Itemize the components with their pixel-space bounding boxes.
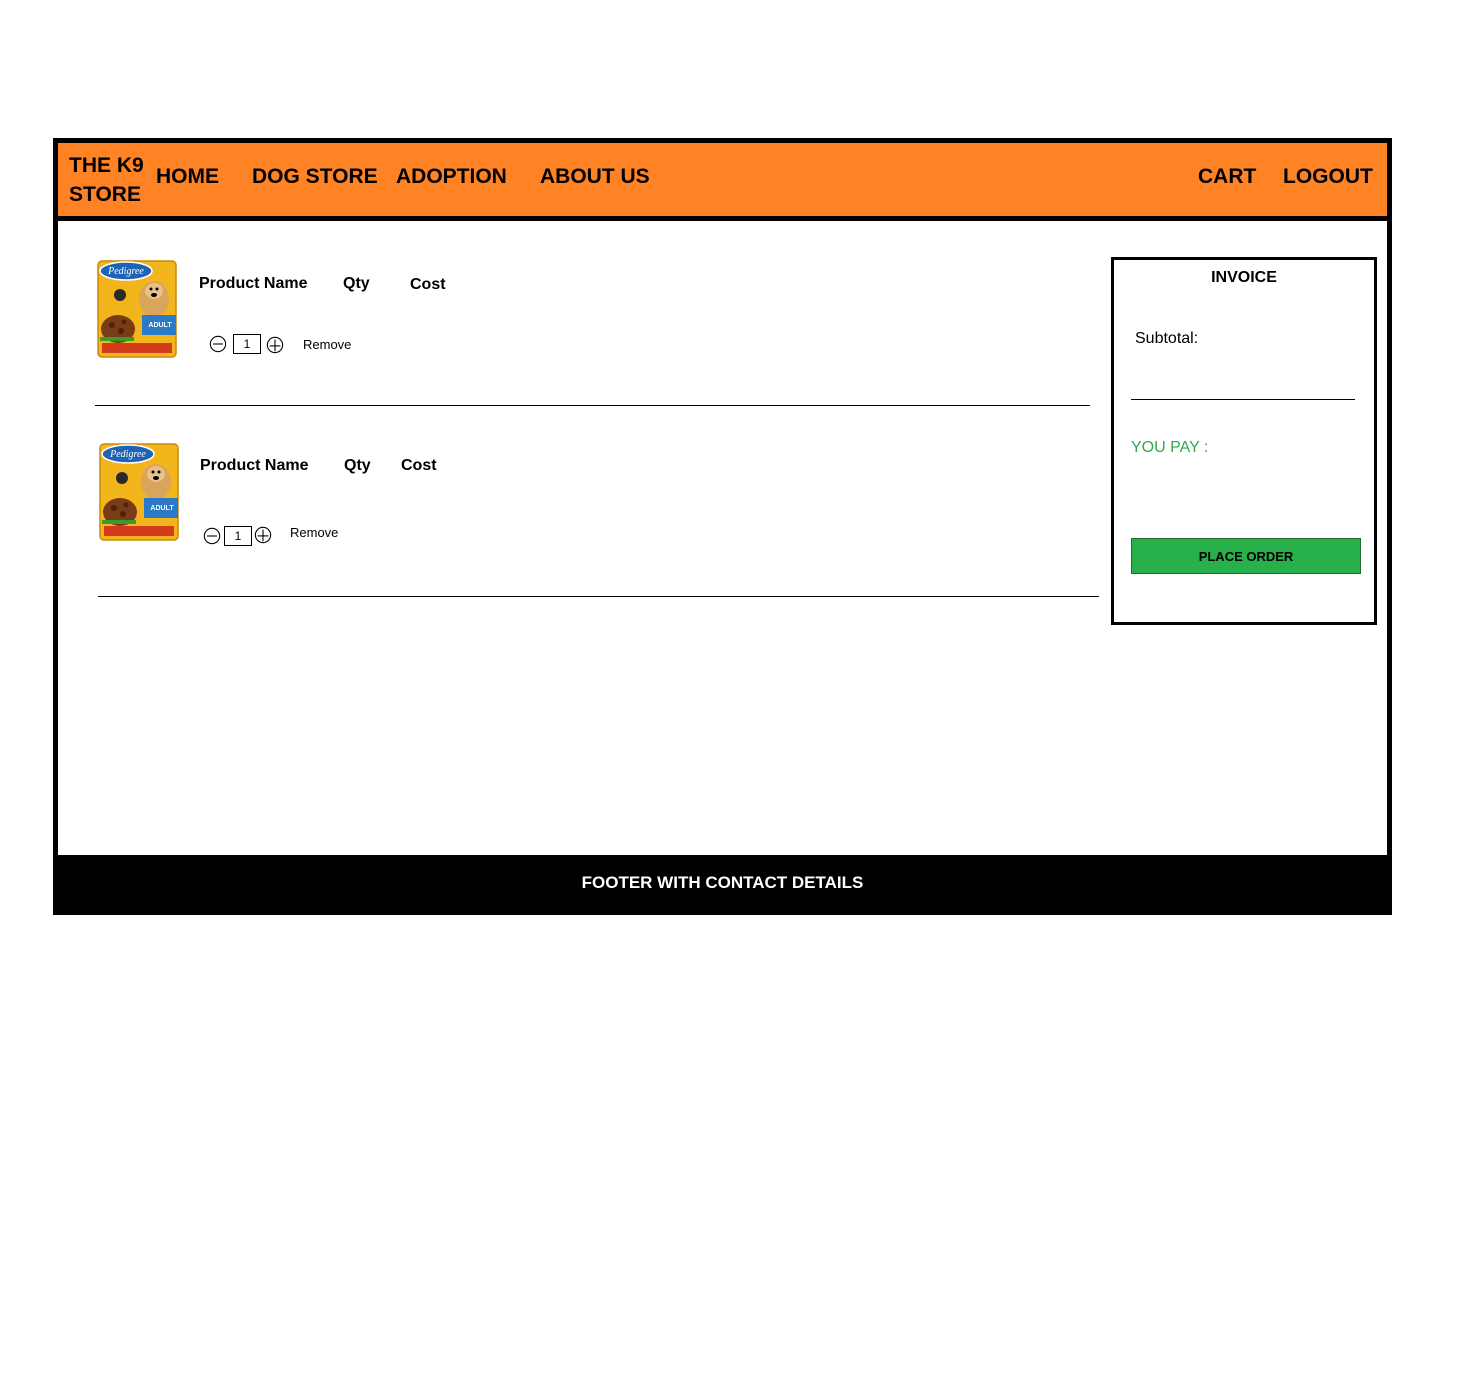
footer-text: FOOTER WITH CONTACT DETAILS <box>581 873 864 892</box>
product-badge-text: ADULT <box>148 322 172 329</box>
nav-cart[interactable]: CART <box>1198 165 1256 189</box>
top-navbar: THE K9 STORE HOME DOG STORE ADOPTION ABO… <box>58 143 1387 221</box>
brand-line-2: STORE <box>69 183 141 206</box>
footer: FOOTER WITH CONTACT DETAILS <box>58 855 1387 915</box>
qty-header: Qty <box>344 457 371 474</box>
product-badge-text: ADULT <box>150 505 174 512</box>
brand-line-1: THE K9 <box>69 154 144 177</box>
quantity-input[interactable] <box>224 526 252 546</box>
cost-header: Cost <box>401 457 437 474</box>
nav-home[interactable]: HOME <box>156 165 219 189</box>
product-brand-text: Pedigree <box>107 266 144 277</box>
quantity-stepper <box>203 526 283 548</box>
item-divider <box>98 596 1099 597</box>
you-pay-label: YOU PAY : <box>1131 439 1209 456</box>
invoice-divider <box>1131 399 1355 400</box>
product-brand-text: Pedigree <box>109 449 146 460</box>
invoice-title: INVOICE <box>1211 269 1277 286</box>
item-divider <box>95 405 1090 406</box>
nav-about-us[interactable]: ABOUT US <box>540 165 650 189</box>
nav-adoption[interactable]: ADOPTION <box>396 165 507 189</box>
nav-dog-store[interactable]: DOG STORE <box>252 165 378 189</box>
remove-link[interactable]: Remove <box>290 525 338 540</box>
remove-link[interactable]: Remove <box>303 337 351 352</box>
product-image: Pedigree ADULT <box>96 259 178 359</box>
page-frame: THE K9 STORE HOME DOG STORE ADOPTION ABO… <box>53 138 1392 915</box>
quantity-stepper <box>209 334 289 356</box>
minus-icon[interactable] <box>203 527 221 545</box>
cost-header: Cost <box>410 276 446 293</box>
nav-logout[interactable]: LOGOUT <box>1283 165 1373 189</box>
brand-logo[interactable]: THE K9 STORE <box>69 151 144 209</box>
subtotal-label: Subtotal: <box>1135 330 1199 347</box>
product-image: Pedigree ADULT <box>98 442 180 542</box>
minus-icon[interactable] <box>209 335 227 353</box>
product-name-header: Product Name <box>200 457 309 474</box>
quantity-input[interactable] <box>233 334 261 354</box>
plus-icon[interactable] <box>266 336 284 354</box>
place-order-button[interactable]: PLACE ORDER <box>1131 538 1361 574</box>
product-name-header: Product Name <box>199 275 308 292</box>
invoice-panel: INVOICE Subtotal: YOU PAY : PLACE ORDER <box>1111 257 1377 625</box>
qty-header: Qty <box>343 275 370 292</box>
plus-icon[interactable] <box>254 526 272 544</box>
